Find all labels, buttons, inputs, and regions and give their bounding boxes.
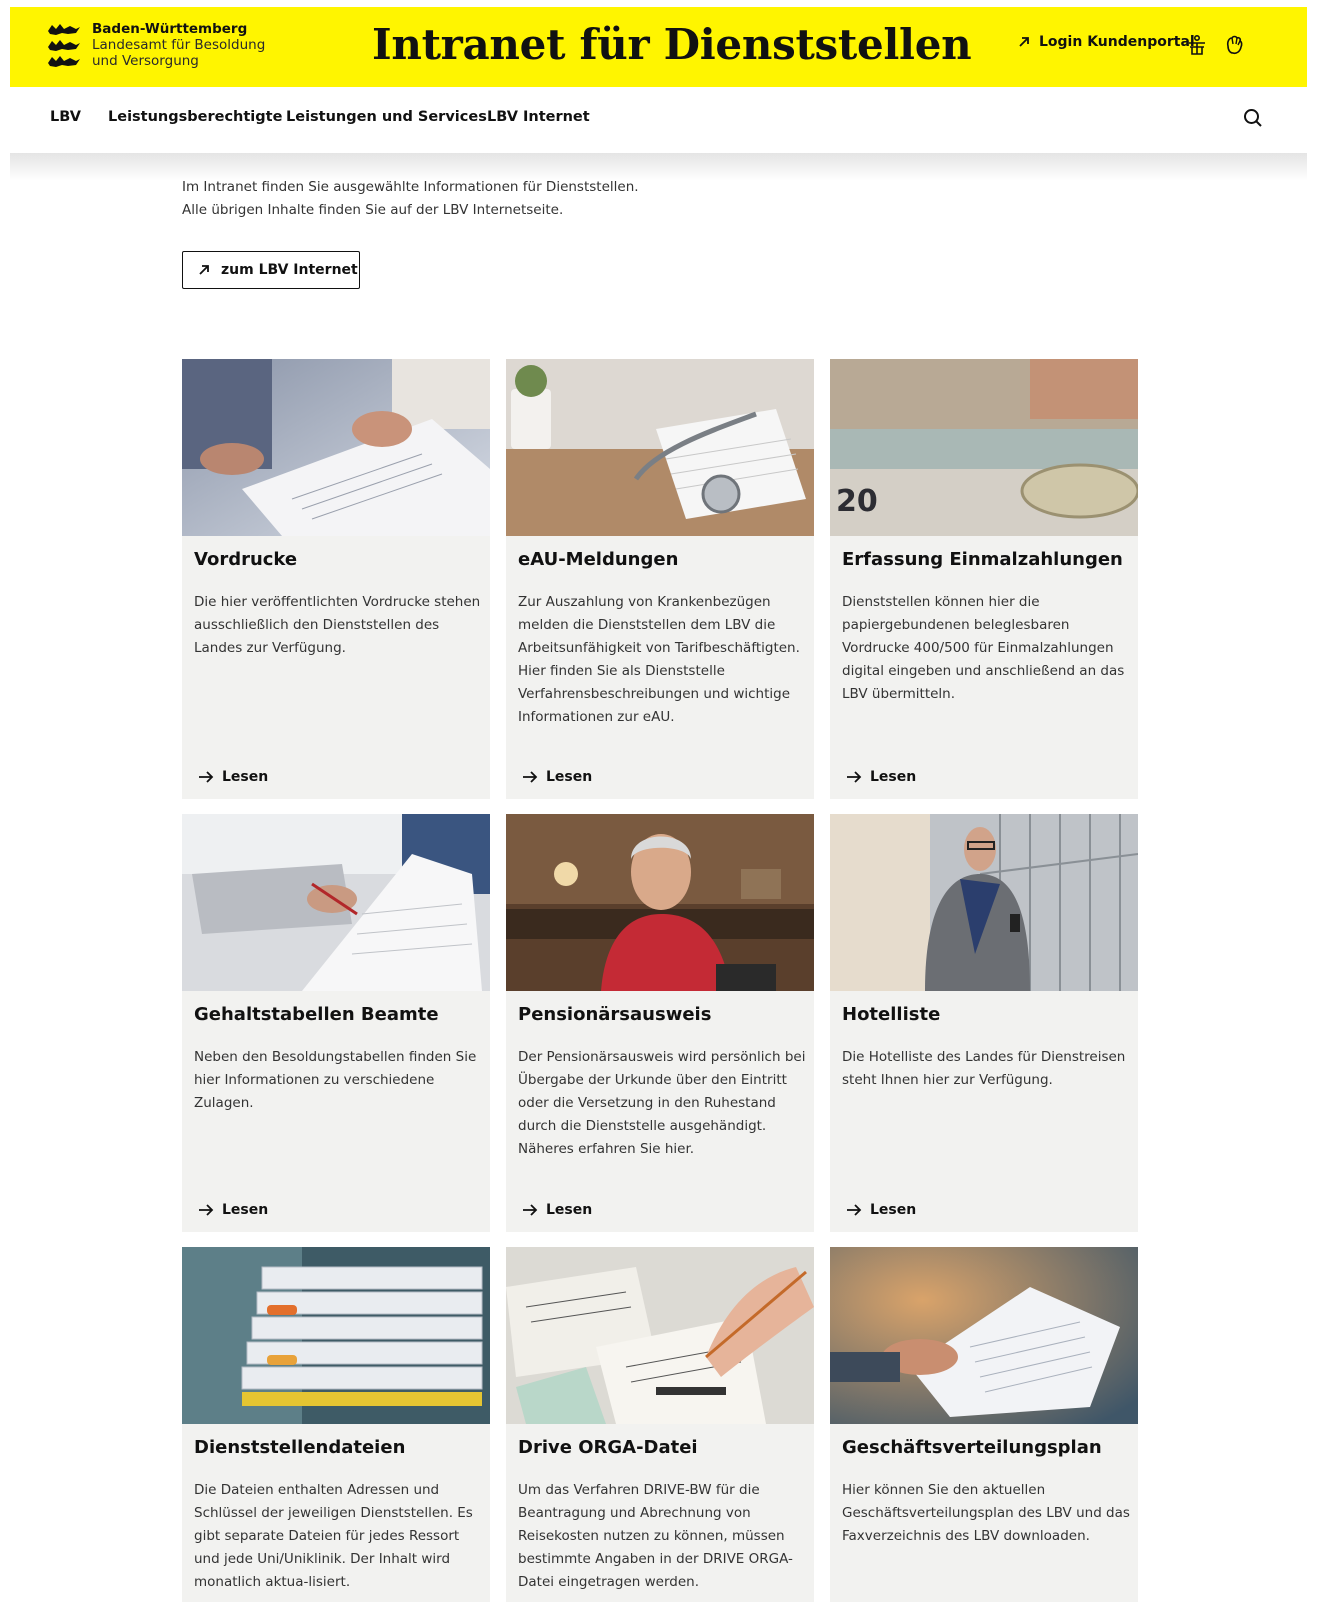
arrow-right-icon — [199, 1204, 214, 1216]
card-drive-orga-datei[interactable]: Drive ORGA-Datei Um das Verfahren DRIVE-… — [506, 1247, 814, 1602]
card-vordrucke[interactable]: Vordrucke Die hier veröffentlichten Vord… — [182, 359, 490, 799]
read-label: Lesen — [870, 1202, 917, 1218]
nav-item-lbv-internet[interactable]: LBV Internet — [487, 109, 590, 125]
card-description: Hier können Sie den aktuellen Geschäftsv… — [842, 1482, 1130, 1544]
card-description: Um das Verfahren DRIVE-BW für die Beantr… — [518, 1482, 793, 1590]
arrow-right-icon — [847, 1204, 862, 1216]
card-description: Die hier veröffentlichten Vordrucke steh… — [194, 594, 481, 656]
login-kundenportal-link[interactable]: Login Kundenportal — [1017, 34, 1195, 50]
site-title: Intranet für Dienststellen — [372, 20, 972, 69]
main-navigation: LBV Leistungsberechtigte Leistungen und … — [10, 87, 1307, 153]
card-title: Dienststellendateien — [194, 1437, 406, 1458]
card-image-stethoscope — [506, 359, 814, 536]
stethoscope-photo-icon — [506, 359, 814, 536]
card-description: Dienststellen können hier die papiergebu… — [842, 594, 1125, 702]
card-image-reading-document — [830, 1247, 1138, 1424]
card-eau-meldungen[interactable]: eAU-Meldungen Zur Auszahlung von Kranken… — [506, 359, 814, 799]
nav-item-leistungsberechtigte[interactable]: Leistungsberechtigte — [108, 109, 282, 125]
card-title: Geschäftsverteilungsplan — [842, 1437, 1102, 1458]
intro-text: Im Intranet finden Sie ausgewählte Infor… — [182, 176, 639, 222]
card-dienststellendateien[interactable]: Dienststellendateien Die Dateien enthalt… — [182, 1247, 490, 1602]
brand-line-2: Landesamt für Besoldung — [92, 37, 266, 53]
card-erfassung-einmalzahlungen[interactable]: 20 Erfassung Einmalzahlungen Dienststell… — [830, 359, 1138, 799]
nav-item-leistungen-und-services[interactable]: Leistungen und Services — [286, 109, 487, 125]
card-title: Gehaltstabellen Beamte — [194, 1004, 439, 1025]
card-read-link[interactable]: Lesen — [522, 769, 592, 785]
login-label: Login Kundenportal — [1039, 34, 1195, 50]
card-title: Vordrucke — [194, 549, 298, 570]
read-label: Lesen — [870, 769, 917, 785]
svg-text:20: 20 — [836, 484, 878, 519]
arrow-right-icon — [523, 1204, 538, 1216]
search-icon — [1244, 109, 1262, 127]
card-read-link[interactable]: Lesen — [198, 769, 268, 785]
search-button[interactable] — [1242, 107, 1268, 133]
external-arrow-icon — [199, 265, 209, 275]
reading-document-photo-icon — [830, 1247, 1138, 1424]
arrow-right-icon — [523, 771, 538, 783]
brand-line-3: und Versorgung — [92, 53, 199, 69]
read-label: Lesen — [222, 1202, 269, 1218]
card-description: Zur Auszahlung von Krankenbezügen melden… — [518, 594, 800, 725]
card-image-receipts — [506, 1247, 814, 1424]
brand-text: Baden-Württemberg Landesamt für Besoldun… — [92, 21, 265, 69]
documents-photo-icon — [182, 359, 490, 536]
card-description: Die Dateien enthalten Adressen und Schlü… — [194, 1482, 473, 1590]
card-read-link[interactable]: Lesen — [522, 1202, 592, 1218]
card-read-link[interactable]: Lesen — [198, 1202, 268, 1218]
brand-line-1: Baden-Württemberg — [92, 21, 248, 37]
card-title: Hotelliste — [842, 1004, 941, 1025]
euro-banknote-photo-icon: 20 — [830, 359, 1138, 536]
card-title: eAU-Meldungen — [518, 549, 679, 570]
card-image-smiling-man — [506, 814, 814, 991]
receipts-writing-photo-icon — [506, 1247, 814, 1424]
read-label: Lesen — [222, 769, 269, 785]
card-read-link[interactable]: Lesen — [846, 769, 916, 785]
card-description: Neben den Besoldungstabellen finden Sie … — [194, 1049, 477, 1111]
card-description: Der Pensionärsausweis wird persönlich be… — [518, 1049, 806, 1157]
file-binders-photo-icon — [182, 1247, 490, 1424]
card-title: Erfassung Einmalzahlungen — [842, 549, 1123, 570]
intro-line-1: Im Intranet finden Sie ausgewählte Infor… — [182, 179, 639, 195]
card-gehaltstabellen-beamte[interactable]: Gehaltstabellen Beamte Neben den Besoldu… — [182, 814, 490, 1232]
external-arrow-icon — [1019, 37, 1029, 47]
accessibility-button[interactable] — [1184, 32, 1210, 58]
sign-language-hand-icon — [1226, 35, 1243, 55]
card-image-binders — [182, 1247, 490, 1424]
card-geschaeftsverteilungsplan[interactable]: Geschäftsverteilungsplan Hier können Sie… — [830, 1247, 1138, 1602]
card-pensionaersausweis[interactable]: Pensionärsausweis Der Pensionärsausweis … — [506, 814, 814, 1232]
card-hotelliste[interactable]: Hotelliste Die Hotelliste des Landes für… — [830, 814, 1138, 1232]
papers-laptop-photo-icon — [182, 814, 490, 991]
card-description: Die Hotelliste des Landes für Dienstreis… — [842, 1049, 1126, 1088]
smiling-senior-man-photo-icon — [506, 814, 814, 991]
card-image-banknotes: 20 — [830, 359, 1138, 536]
brand-logo[interactable]: Baden-Württemberg Landesamt für Besoldun… — [46, 21, 265, 71]
intro-line-2: Alle übrigen Inhalte finden Sie auf der … — [182, 202, 564, 218]
card-read-link[interactable]: Lesen — [846, 1202, 916, 1218]
read-label: Lesen — [546, 1202, 593, 1218]
zum-lbv-internet-button[interactable]: zum LBV Internet — [182, 251, 360, 289]
card-image-documents — [182, 359, 490, 536]
cta-label: zum LBV Internet — [221, 262, 358, 278]
sign-language-button[interactable] — [1221, 32, 1247, 58]
lions-coat-of-arms-icon — [48, 24, 80, 67]
business-traveler-photo-icon — [830, 814, 1138, 991]
accessibility-icon — [1189, 34, 1205, 55]
read-label: Lesen — [546, 769, 593, 785]
site-header: Baden-Württemberg Landesamt für Besoldun… — [10, 7, 1307, 87]
card-title: Drive ORGA-Datei — [518, 1437, 698, 1458]
arrow-right-icon — [199, 771, 214, 783]
nav-item-lbv[interactable]: LBV — [50, 109, 81, 125]
card-image-traveler — [830, 814, 1138, 991]
arrow-right-icon — [847, 771, 862, 783]
card-image-papers-laptop — [182, 814, 490, 991]
card-title: Pensionärsausweis — [518, 1004, 712, 1025]
